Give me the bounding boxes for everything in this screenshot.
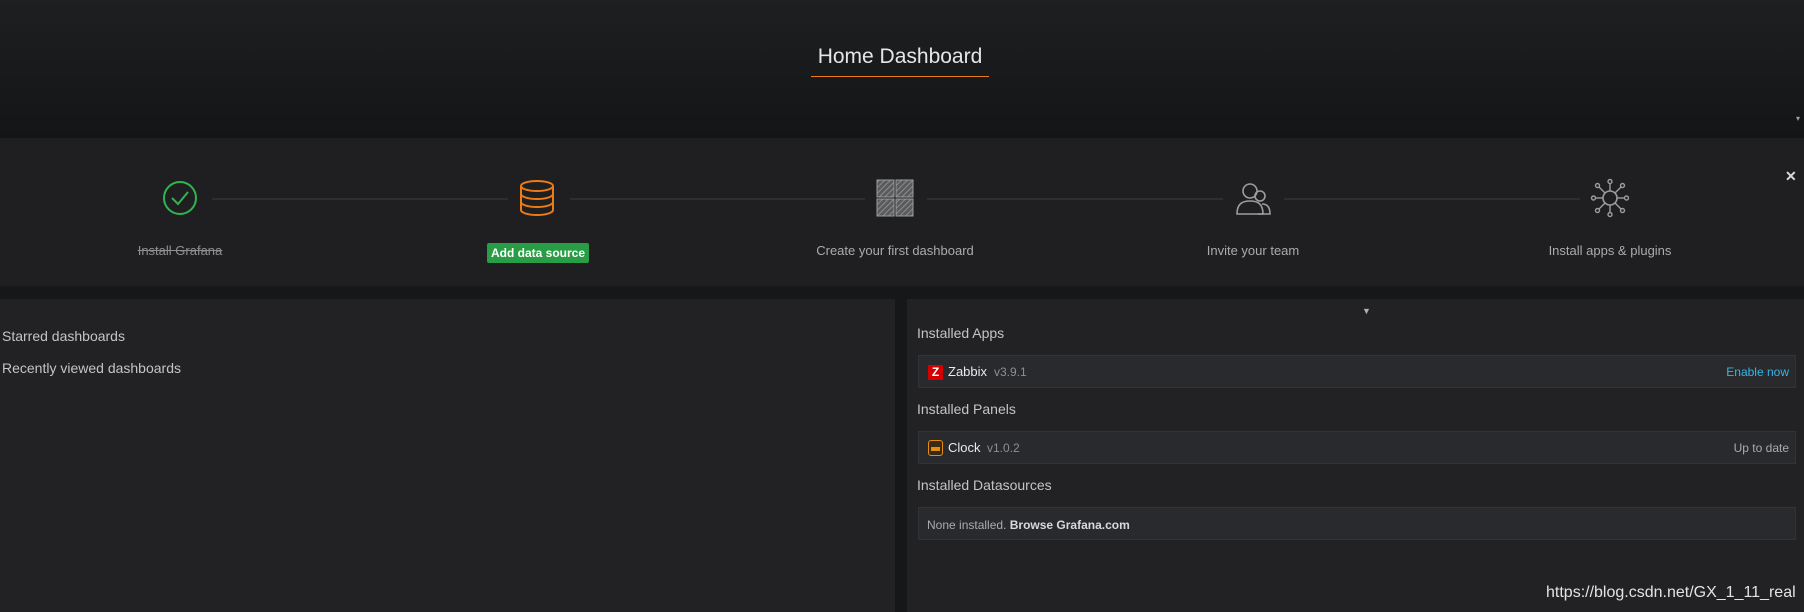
progress-connector — [570, 198, 865, 200]
installed-datasources-heading: Installed Datasources — [917, 477, 1052, 493]
panel-name: Clock — [948, 440, 981, 455]
starred-dashboards-heading: Starred dashboards — [2, 328, 125, 344]
plugins-icon — [1590, 178, 1630, 218]
datasources-card: None installed. Browse Grafana.com — [918, 507, 1796, 540]
database-icon[interactable] — [517, 178, 557, 218]
panel-divider — [895, 299, 907, 612]
installed-panels-heading: Installed Panels — [917, 401, 1016, 417]
browse-grafana-link[interactable]: Browse Grafana.com — [1010, 518, 1130, 532]
step-label-create-dashboard[interactable]: Create your first dashboard — [775, 243, 1015, 258]
caret-down-icon[interactable]: ▼ — [1362, 306, 1371, 316]
add-data-source-button[interactable]: Add data source — [487, 243, 589, 263]
none-installed-label: None installed. — [927, 518, 1007, 532]
up-to-date-status: Up to date — [1733, 441, 1789, 455]
close-icon[interactable]: ✕ — [1785, 168, 1797, 185]
step-label-invite-team[interactable]: Invite your team — [1133, 243, 1373, 258]
progress-connector — [212, 198, 508, 200]
recent-dashboards-heading: Recently viewed dashboards — [2, 360, 181, 376]
users-icon — [1236, 183, 1271, 215]
progress-connector — [927, 198, 1223, 200]
progress-connector — [1284, 198, 1580, 200]
clock-plugin-icon — [928, 440, 943, 456]
none-installed-text: None installed. Browse Grafana.com — [927, 518, 1130, 532]
top-bar: Home Dashboard ▾ — [0, 0, 1804, 138]
enable-now-link[interactable]: Enable now — [1726, 365, 1789, 379]
dashboards-panel — [0, 299, 895, 612]
app-version: v3.9.1 — [994, 365, 1027, 379]
check-circle-icon — [163, 181, 197, 215]
app-card-zabbix[interactable]: Z Zabbix v3.9.1 Enable now — [918, 355, 1796, 388]
zabbix-logo-icon: Z — [928, 365, 943, 380]
panel-version: v1.0.2 — [987, 441, 1020, 455]
page-title[interactable]: Home Dashboard — [811, 44, 989, 77]
panel-card-clock[interactable]: Clock v1.0.2 Up to date — [918, 431, 1796, 464]
caret-down-icon: ▾ — [1796, 114, 1801, 123]
step-label-install-apps[interactable]: Install apps & plugins — [1490, 243, 1730, 258]
dashboard-grid-icon — [876, 179, 914, 217]
watermark-url: https://blog.csdn.net/GX_1_11_real — [1546, 584, 1796, 601]
app-name: Zabbix — [948, 364, 988, 379]
step-label-install-grafana: Install Grafana — [137, 243, 223, 258]
installed-apps-heading: Installed Apps — [917, 325, 1005, 341]
